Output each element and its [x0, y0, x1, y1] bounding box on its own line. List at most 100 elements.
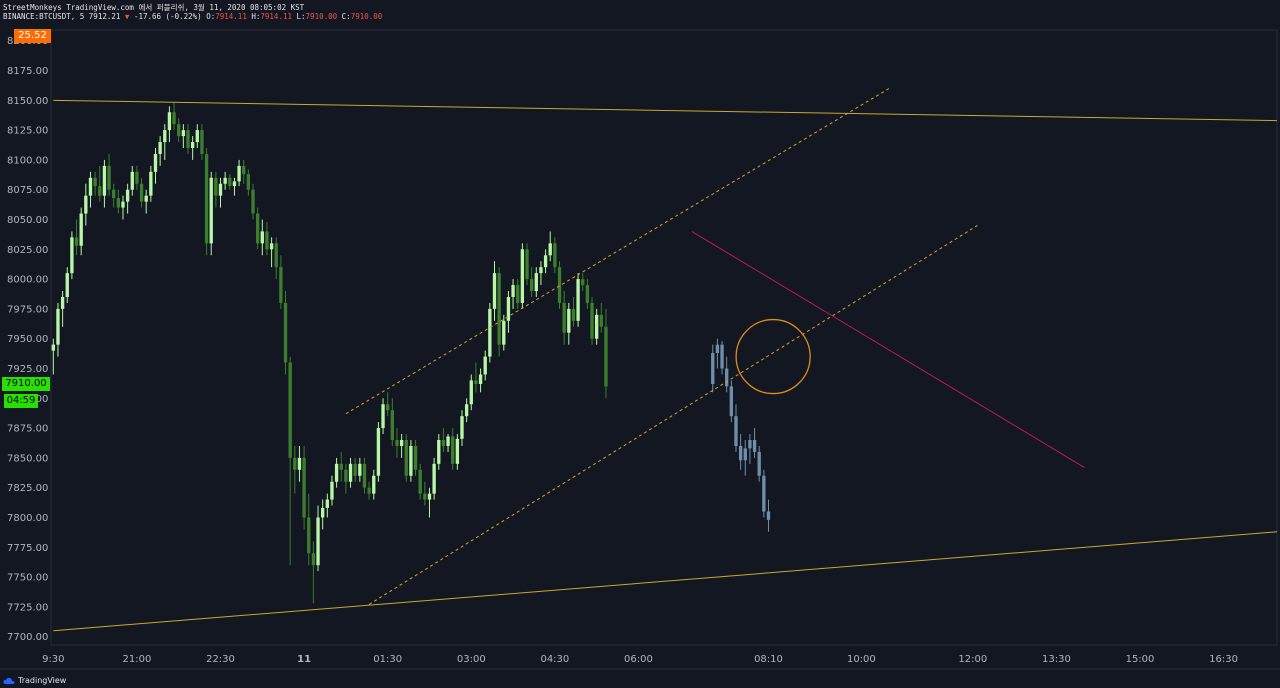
projected-candle-body	[711, 352, 715, 384]
y-tick-label: 7775.00	[7, 543, 48, 554]
projected-candle-body	[762, 475, 766, 512]
projected-candle-body	[757, 451, 761, 476]
candle-body	[571, 308, 576, 321]
candle-body	[209, 177, 213, 244]
candle-body	[307, 517, 311, 554]
candle-body	[376, 428, 381, 476]
x-tick-label: 15:00	[1126, 654, 1155, 665]
candle-body	[548, 243, 552, 256]
candle-body	[478, 374, 483, 384]
x-tick-label: 04:30	[540, 654, 569, 665]
candle-body	[358, 463, 362, 476]
candle-body	[372, 475, 376, 494]
candle-body	[460, 416, 464, 439]
candle-body	[51, 344, 55, 351]
candlestick-chart[interactable]: 8200.008175.008150.008125.008100.008075.…	[0, 0, 1280, 688]
candle-body	[367, 487, 371, 494]
candle-body	[88, 177, 93, 196]
candle-body	[204, 153, 209, 244]
candle-body	[432, 463, 436, 494]
candle-body	[386, 404, 390, 411]
candle-body	[488, 308, 492, 357]
candle-body	[516, 285, 520, 303]
y-tick-label: 8000.00	[7, 275, 48, 286]
resistance-line	[691, 230, 1085, 468]
candle-body	[418, 469, 422, 494]
candle-body	[525, 249, 529, 280]
y-tick-label: 8075.00	[7, 185, 48, 196]
candle-body	[130, 171, 134, 190]
candle-body	[464, 404, 469, 417]
candle-body	[177, 124, 181, 137]
candle-body	[190, 142, 195, 148]
candle-body	[139, 183, 144, 202]
candle-body	[255, 213, 260, 244]
candle-body	[144, 195, 148, 202]
candle-body	[590, 302, 594, 339]
candle-body	[325, 499, 329, 508]
projected-candle-body	[748, 440, 752, 449]
candle-body	[455, 438, 460, 464]
candle-body	[274, 243, 278, 268]
candle-body	[474, 380, 478, 384]
candle-body	[302, 457, 306, 518]
tradingview-logo[interactable]: TradingView	[3, 676, 66, 685]
y-tick-label: 8050.00	[7, 215, 48, 226]
candle-body	[599, 314, 603, 327]
candle-body	[153, 153, 158, 172]
candle-body	[395, 440, 399, 446]
candle-body	[353, 463, 357, 476]
candle-body	[283, 302, 288, 363]
candle-body	[362, 463, 367, 488]
x-tick-label: 03:00	[457, 654, 486, 665]
y-tick-label: 7750.00	[7, 573, 48, 584]
candle-body	[594, 314, 599, 339]
candle-body	[297, 457, 302, 470]
candle-body	[567, 308, 571, 333]
x-tick-label: 10:00	[847, 654, 876, 665]
candles	[51, 102, 608, 604]
candle-body	[469, 380, 473, 405]
candle-body	[529, 279, 534, 292]
x-tick-label: 11	[297, 654, 311, 665]
candle-body	[116, 198, 121, 208]
candle-body	[74, 237, 79, 246]
trendline-line	[53, 99, 1278, 122]
x-tick-label: 16:30	[1209, 654, 1238, 665]
candle-body	[60, 296, 65, 309]
candle-body	[228, 177, 232, 187]
x-tick-label: 21:00	[122, 654, 151, 665]
candle-body	[483, 356, 487, 375]
x-tick-label: 01:30	[373, 654, 402, 665]
candle-body	[404, 440, 408, 476]
candle-body	[330, 481, 334, 500]
highlight-circle	[735, 318, 811, 395]
y-tick-label: 7700.00	[7, 632, 48, 643]
y-tick-label: 7975.00	[7, 304, 48, 315]
candle-body	[242, 165, 246, 175]
projected-candle-body	[729, 386, 734, 417]
candle-body	[288, 362, 292, 458]
candle-body	[451, 436, 455, 464]
candle-body	[390, 410, 395, 440]
bar-countdown-tag: 04:59	[4, 394, 38, 408]
candle-body	[237, 165, 241, 182]
candle-body	[492, 273, 497, 309]
candle-body	[339, 463, 343, 470]
y-tick-label: 8100.00	[7, 155, 48, 166]
candle-body	[520, 249, 525, 303]
candle-body	[167, 112, 172, 131]
y-tick-label: 8150.00	[7, 96, 48, 107]
y-tick-label: 8025.00	[7, 245, 48, 256]
channel-line	[368, 225, 978, 605]
candle-body	[446, 436, 450, 446]
x-tick-label: 13:30	[1042, 654, 1071, 665]
x-tick-label: 06:00	[624, 654, 653, 665]
candle-body	[293, 457, 297, 470]
candle-body	[260, 231, 264, 244]
candle-body	[502, 320, 506, 345]
y-tick-label: 8125.00	[7, 126, 48, 137]
projected-candles	[711, 338, 771, 532]
projected-candle-body	[743, 448, 747, 461]
drawings	[53, 87, 1278, 632]
